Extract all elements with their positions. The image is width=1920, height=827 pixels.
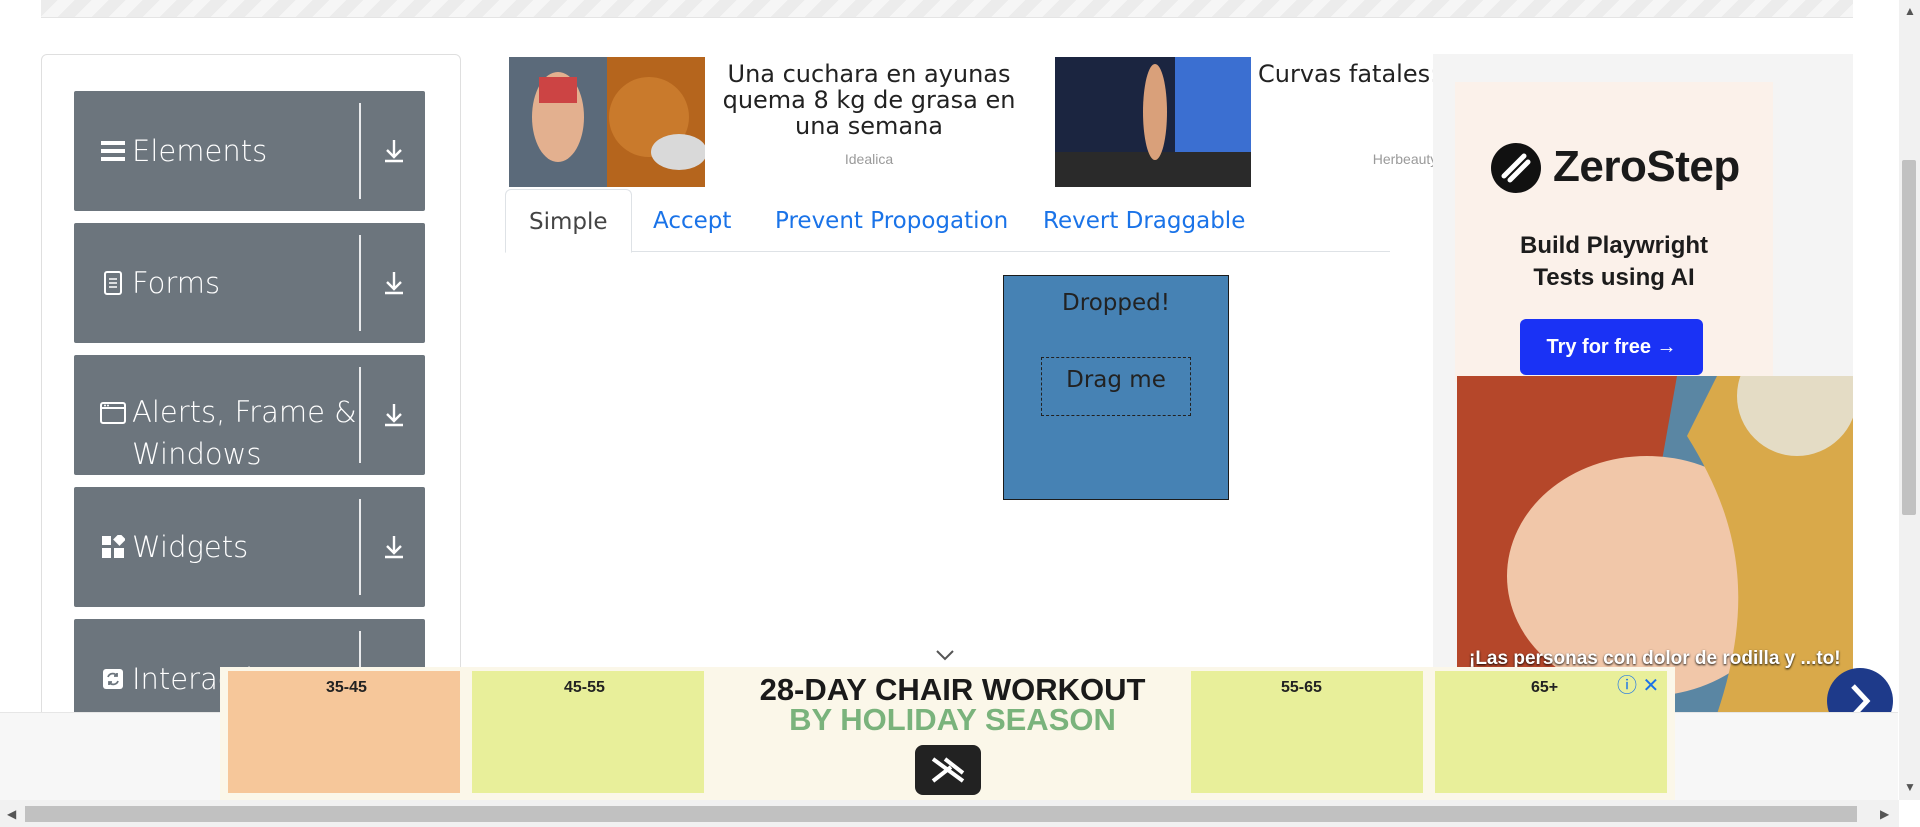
ad-age-label: 65+ bbox=[1531, 679, 1559, 696]
sidebar-group-alerts[interactable]: Alerts, Frame & Windows bbox=[74, 355, 425, 475]
bottom-ad-chair-workout[interactable]: 35-45 45-55 28-DAY CHAIR WORKOUT BY HOLI… bbox=[220, 667, 1675, 801]
droppable-status: Dropped! bbox=[1062, 290, 1170, 316]
scroll-down-icon[interactable]: ▼ bbox=[1904, 780, 1916, 794]
window-icon bbox=[100, 400, 126, 426]
interactions-icon bbox=[100, 666, 126, 692]
ad-subheadline: BY HOLIDAY SEASON bbox=[789, 702, 1116, 737]
vertical-scroll-thumb[interactable] bbox=[1902, 160, 1916, 515]
download-icon[interactable] bbox=[377, 134, 411, 168]
brand-logo-icon bbox=[915, 745, 981, 795]
top-banner-strip bbox=[41, 0, 1853, 18]
tab-revert-draggable[interactable]: Revert Draggable bbox=[1043, 189, 1245, 251]
sidebar-group-label: Elements bbox=[132, 134, 268, 168]
scroll-right-icon[interactable]: ▶ bbox=[1880, 807, 1889, 821]
tab-simple[interactable]: Simple bbox=[505, 189, 632, 253]
ad-age-label: 55-65 bbox=[1281, 679, 1322, 696]
zerostep-logo-icon bbox=[1491, 143, 1541, 193]
ad-panel-3: 55-65 bbox=[1191, 671, 1423, 793]
tab-accept[interactable]: Accept bbox=[653, 189, 731, 251]
sidebar-group-label: Forms bbox=[132, 266, 221, 300]
sidebar-group-elements[interactable]: Elements bbox=[74, 91, 425, 211]
ad-tagline: Build Playwright Tests using AI bbox=[1519, 232, 1708, 291]
horizontal-scrollbar[interactable]: ◀ ▶ bbox=[0, 800, 1899, 827]
vertical-scrollbar[interactable]: ▲ ▼ bbox=[1899, 0, 1920, 800]
download-icon[interactable] bbox=[377, 266, 411, 300]
sidebar-group-widgets[interactable]: Widgets bbox=[74, 487, 425, 607]
scroll-up-icon[interactable]: ▲ bbox=[1904, 4, 1916, 18]
download-icon[interactable] bbox=[377, 530, 411, 564]
divider bbox=[359, 103, 361, 199]
zerostep-card: ZeroStep Build Playwright Tests using AI… bbox=[1455, 82, 1773, 382]
ad-image-2[interactable] bbox=[1055, 57, 1251, 187]
draggable-box[interactable]: Drag me bbox=[1041, 357, 1191, 416]
chevron-down-icon[interactable] bbox=[934, 647, 956, 663]
ad-image-knee[interactable]: ¡Las personas con dolor de rodilla y ...… bbox=[1457, 376, 1853, 714]
menu-icon bbox=[100, 138, 126, 164]
document-icon bbox=[100, 270, 126, 296]
ad-title-1[interactable]: Una cuchara en ayunas quema 8 kg de gras… bbox=[716, 61, 1022, 139]
ad-title-2[interactable]: Curvas fatales: esta modelo fue ... por … bbox=[1258, 61, 1438, 87]
ad-age-label: 45-55 bbox=[564, 679, 605, 696]
download-icon[interactable] bbox=[377, 398, 411, 432]
sidebar-group-label: Widgets bbox=[132, 530, 249, 564]
ad-panel-1: 35-45 bbox=[228, 671, 460, 793]
divider bbox=[359, 367, 361, 463]
right-ad-zerostep[interactable]: ZeroStep Build Playwright Tests using AI… bbox=[1433, 54, 1853, 714]
divider bbox=[359, 235, 361, 331]
ad-brand: ZeroStep bbox=[1553, 142, 1740, 191]
droppable-tabs: Simple Accept Prevent Propogation Revert… bbox=[505, 189, 1390, 253]
ad-close-icon[interactable]: ⓘ ✕ bbox=[1617, 669, 1659, 698]
ad-panel-2: 45-55 bbox=[472, 671, 704, 793]
ad-source-1: Idealica bbox=[844, 151, 894, 167]
ad-age-label: 35-45 bbox=[326, 679, 367, 696]
sidebar-group-label: Alerts, Frame & Windows bbox=[132, 395, 357, 471]
horizontal-scroll-thumb[interactable] bbox=[25, 806, 1857, 822]
ad-image-1[interactable] bbox=[509, 57, 705, 187]
scroll-left-icon[interactable]: ◀ bbox=[7, 807, 16, 821]
divider bbox=[359, 499, 361, 595]
widgets-icon bbox=[100, 534, 126, 560]
sidebar-group-forms[interactable]: Forms bbox=[74, 223, 425, 343]
ad-source-2: Herbeauty bbox=[1372, 151, 1438, 167]
try-for-free-button[interactable]: Try for free → bbox=[1520, 319, 1703, 375]
tab-prevent-propogation[interactable]: Prevent Propogation bbox=[775, 189, 1008, 251]
